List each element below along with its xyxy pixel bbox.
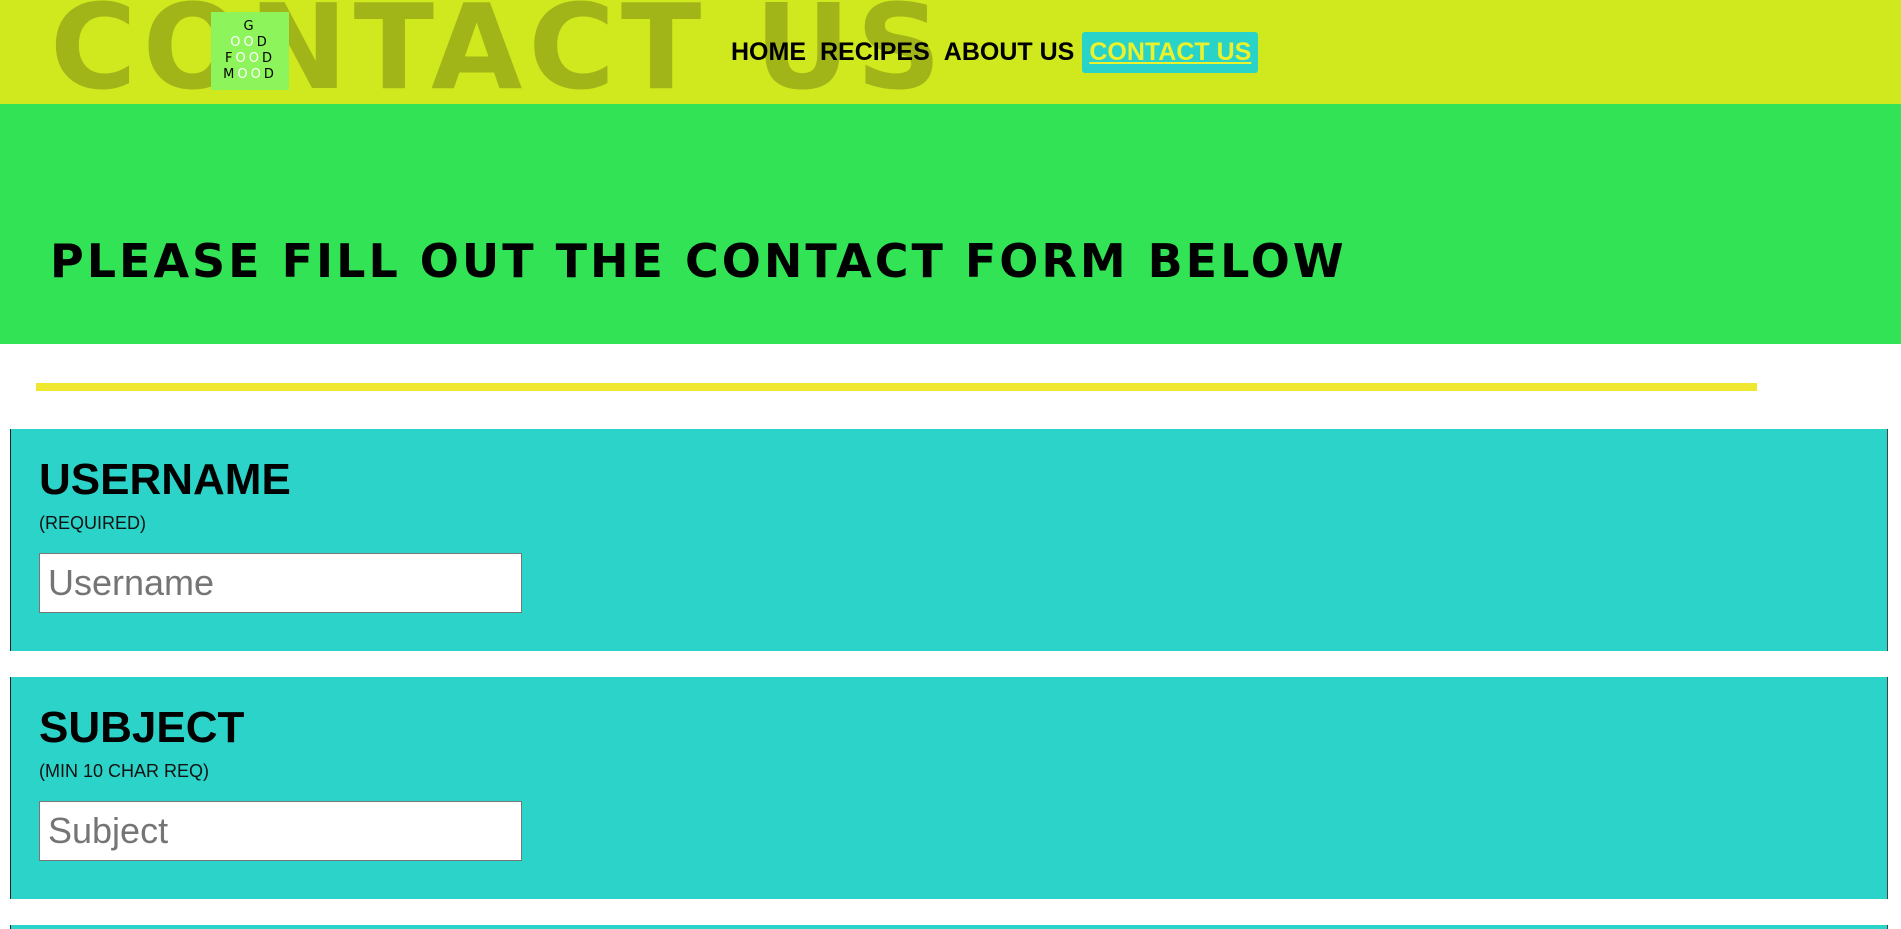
subject-label: SUBJECT (39, 703, 245, 752)
logo-line-mood: MOOD (223, 67, 277, 82)
section-divider (36, 383, 1757, 391)
nav-recipes-link[interactable]: RECIPES (813, 32, 937, 73)
form-instructions-heading: PLEASE FILL OUT THE CONTACT FORM BELOW (50, 234, 1347, 288)
nav-about-us-link[interactable]: ABOUT US (937, 32, 1082, 73)
site-logo[interactable]: G OOD FOOD MOOD (211, 12, 289, 90)
hero-banner: PLEASE FILL OUT THE CONTACT FORM BELOW (0, 104, 1901, 344)
site-header: CONTACT US G OOD FOOD MOOD HOME RECIPES A… (0, 0, 1901, 106)
username-field-group: USERNAME (REQUIRED) (10, 429, 1888, 651)
next-field-group (10, 925, 1888, 929)
subject-input[interactable] (39, 801, 522, 861)
username-label: USERNAME (39, 455, 291, 504)
page: CONTACT US G OOD FOOD MOOD HOME RECIPES A… (0, 0, 1901, 929)
subject-requirement: (MIN 10 CHAR REQ) (39, 761, 210, 781)
nav-home-link[interactable]: HOME (724, 32, 813, 73)
username-input[interactable] (39, 553, 522, 613)
nav-contact-us-link[interactable]: CONTACT US (1082, 31, 1259, 73)
main-nav: HOME RECIPES ABOUT US CONTACT US (724, 31, 1259, 73)
logo-line-food: FOOD (225, 51, 275, 66)
subject-field-group: SUBJECT (MIN 10 CHAR REQ) (10, 677, 1888, 899)
username-requirement: (REQUIRED) (39, 513, 146, 533)
logo-line-good: G OOD (230, 19, 270, 50)
